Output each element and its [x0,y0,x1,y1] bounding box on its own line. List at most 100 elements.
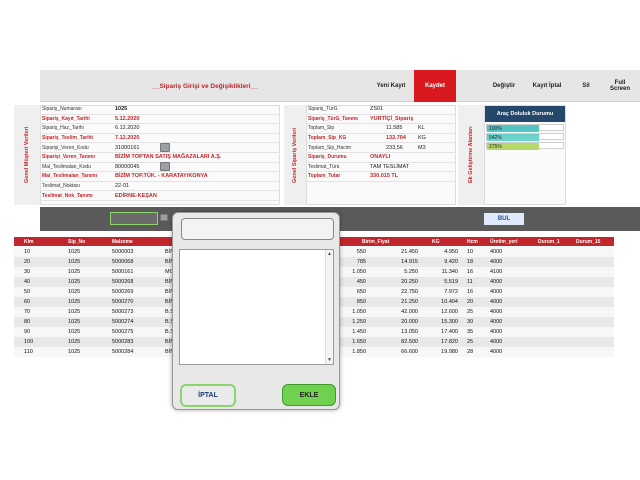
table-cell: 5000270 [112,299,134,305]
field-value[interactable]: YURTİÇİ_Sipariş [370,116,413,122]
field-value[interactable]: EDİRNE-KEŞAN [115,193,157,199]
table-cell: 35 [467,329,474,335]
field-value[interactable]: ONAYLI [370,154,390,160]
table-cell: 30 [24,269,31,275]
table-cell: 4000 [490,309,503,315]
table-cell: 110 [24,349,33,355]
doluluk-bar: 100% [486,124,564,132]
table-cell: 70 [24,309,31,315]
bul-button[interactable]: BUL [484,213,524,225]
kaydet-button[interactable]: Kaydet [414,70,456,102]
field-value[interactable]: ZS01 [370,106,383,112]
table-cell: 14.915 [401,259,418,265]
ekle-button[interactable]: EKLE [282,384,336,406]
degistir-button[interactable]: Değiştir [484,70,524,102]
siparis-field-row: Toplam_Sip 11.585 KL [306,124,456,134]
col-klm: Klm [24,238,34,245]
musteri-field-row: Sipariş_Haz_Tarihi 6.12.2020 [40,124,280,134]
table-cell: 22.750 [401,289,418,295]
full-screen-button[interactable]: Full Screen [604,70,636,102]
col-durum-1: Durum_1 [538,238,560,245]
search-picker-button[interactable] [160,214,168,221]
table-cell: 11.340 [441,269,458,275]
field-value[interactable]: 330.015 TL [370,173,398,179]
table-cell: 5000284 [112,349,134,355]
musteri-field-row: Siparişi_Veren_Kodu 31000161 [40,143,280,153]
scroll-down-icon[interactable]: ▼ [327,357,332,363]
col-hcm: Hcm [467,238,478,245]
table-cell: 90 [24,329,31,335]
scroll-up-icon[interactable]: ▲ [327,251,332,257]
table-cell: 1025 [68,339,81,345]
field-value[interactable]: BİZİM TOP.TÜK. - KARATAY/KONYA [115,173,208,179]
field-label: Toplam_Sip_Hacim [308,144,352,151]
table-cell: 80 [24,319,31,325]
col-kg: KG [432,238,440,245]
lookup-button[interactable] [160,162,170,172]
table-cell: 1025 [68,289,81,295]
modal-listbox[interactable]: ▲ ▼ [179,249,334,365]
col-uretim-yeri: Üretim_yeri [490,238,518,245]
modal-scrollbar[interactable] [325,250,333,364]
field-value[interactable]: 7.12.2020 [115,135,139,141]
siparis-field-row: Sipariş_TürG_Tanımı YURTİÇİ_Sipariş [306,115,456,125]
field-label: Mal_Teslimalan_Kodu [42,163,91,170]
table-cell: 28 [467,349,474,355]
table-cell: 25 [467,339,474,345]
musteri-field-row: Sipariş_Numarası 1025 [40,105,280,115]
field-label: Sipariş_Kayıt_Tarihi [42,115,90,122]
table-cell: 4000 [490,299,503,305]
sil-button[interactable]: Sil [570,70,602,102]
table-cell: 1025 [68,269,81,275]
field-value[interactable]: 5.12.2020 [115,116,139,122]
table-cell: 4000 [490,259,503,265]
doluluk-bar-fill: 275% [487,143,539,150]
field-value[interactable]: TAM TESLİMAT [370,164,409,170]
doluluk-bar: 542% [486,133,564,141]
table-cell: 10.404 [441,299,458,305]
field-value[interactable]: 31000161 [115,145,139,151]
table-cell: 20.250 [401,279,418,285]
table-cell: 42.000 [401,309,418,315]
musteri-field-row: Mal_Teslimalan_Kodu 80000045 [40,162,280,173]
musteri-field-row: Mal_Teslimalan_Tanımı BİZİM TOP.TÜK. - KA… [40,172,280,182]
col-birim-fiyat: Birim_Fiyat [362,238,390,245]
table-cell: 5000068 [112,259,134,265]
table-cell: 1025 [68,309,81,315]
field-value[interactable]: 132.704 [386,135,406,141]
table-cell: 66.600 [401,349,418,355]
field-unit: KL [418,125,425,132]
table-cell: 1025 [68,329,81,335]
genel-siparis-verileri-label: Genel Sipariş Verileri [284,105,306,205]
table-cell: 20 [24,259,31,265]
table-cell: 5000268 [112,279,134,285]
field-value[interactable]: 6.12.2020 [115,125,139,131]
field-value[interactable]: 80000045 [115,164,139,170]
musteri-field-row: Sipariş_Kayıt_Tarihi 5.12.2020 [40,115,280,125]
table-cell: 40 [24,279,31,285]
field-label: Toplam_Sip_KG [308,135,347,142]
field-label: Toplam_Tutar [308,173,341,180]
table-cell: 5.250 [404,269,418,275]
table-cell: 4000 [490,319,503,325]
field-value[interactable]: BİZİM TOPTAN SATIŞ MAĞAZALARI A.Ş. [115,154,221,160]
table-cell: 11 [467,279,473,285]
lookup-button[interactable] [160,143,170,153]
table-cell: 82.500 [401,339,418,345]
table-cell: 21.250 [401,299,418,305]
field-value[interactable]: 233,56 [386,145,403,151]
table-cell: 5000274 [112,319,134,325]
field-value[interactable]: 22-01 [115,183,129,189]
kayit-iptal-button[interactable]: Kayıt İptal [526,70,568,102]
field-value[interactable]: 11.585 [386,125,402,131]
iptal-button[interactable]: İPTAL [180,384,236,407]
field-label: Sipariş_Durumu [308,154,347,161]
field-label: Toplam_Sip [308,125,335,132]
search-input[interactable] [110,212,158,225]
table-cell: 5000273 [112,309,134,315]
table-cell: 5000003 [112,249,134,255]
field-value[interactable]: 1025 [115,106,127,112]
siparis-field-row: Toplam_Sip_KG 132.704 KG [306,134,456,144]
modal-search-input[interactable] [181,218,334,240]
yeni-kayit-button[interactable]: Yeni Kayıt [370,70,412,102]
